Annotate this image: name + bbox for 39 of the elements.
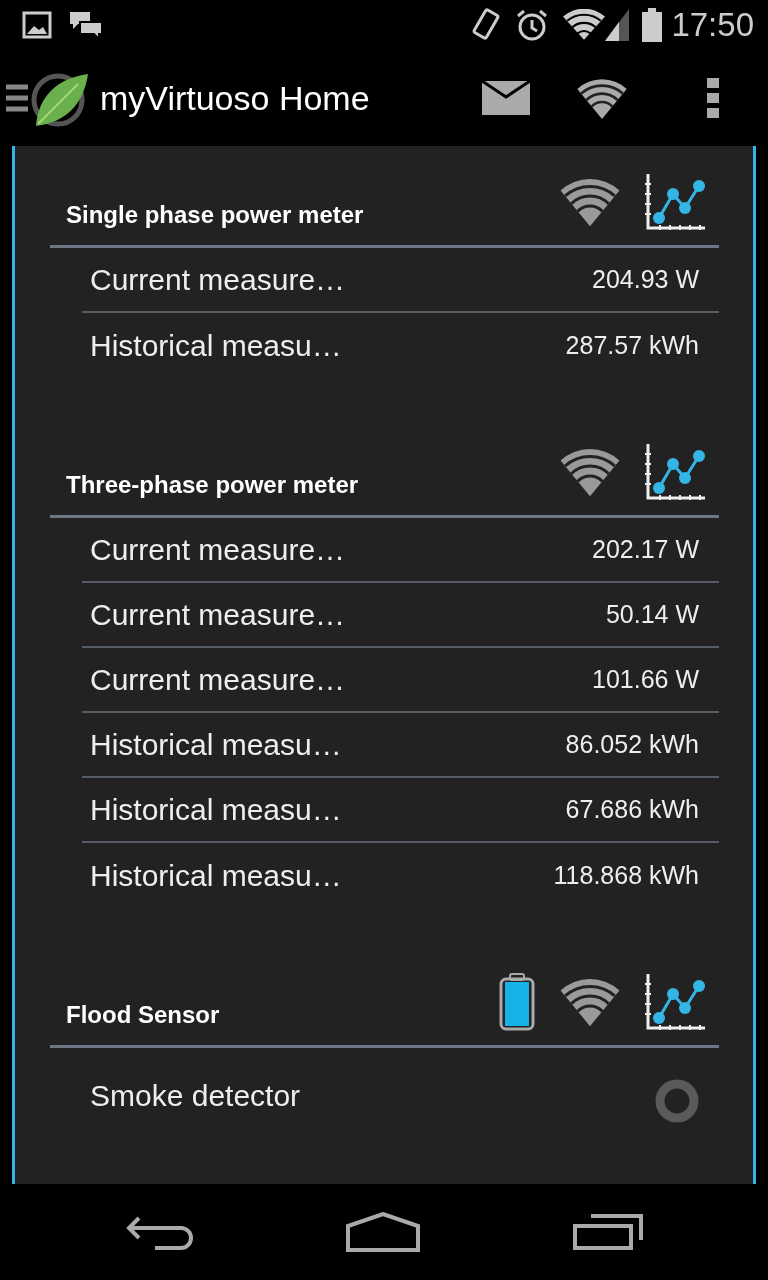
measurement-value: 202.17 W bbox=[592, 533, 699, 565]
app-title: myVirtuoso Home bbox=[100, 77, 370, 119]
measurement-value: 86.052 kWh bbox=[565, 728, 699, 760]
measurement-value: 101.66 W bbox=[592, 663, 699, 695]
battery-icon bbox=[641, 8, 664, 42]
vibrate-icon bbox=[471, 7, 502, 43]
alarm-icon bbox=[515, 8, 550, 42]
measurement-value: 287.57 kWh bbox=[565, 329, 699, 361]
status-ring-icon bbox=[655, 1079, 699, 1123]
line-chart-icon[interactable] bbox=[645, 173, 705, 230]
chat-icon bbox=[68, 10, 104, 40]
measurement-label: Current measure… bbox=[90, 262, 347, 298]
home-icon[interactable] bbox=[346, 1212, 420, 1252]
recent-apps-icon[interactable] bbox=[573, 1214, 644, 1250]
measurement-label: Historical measu… bbox=[90, 858, 343, 894]
mail-icon[interactable] bbox=[482, 81, 530, 115]
measurement-label: Historical measu… bbox=[90, 727, 343, 763]
device-name: Single phase power meter bbox=[66, 200, 365, 230]
device-name: Flood Sensor bbox=[66, 1000, 221, 1030]
measurement-value: 50.14 W bbox=[605, 598, 699, 630]
back-icon[interactable] bbox=[124, 1214, 193, 1250]
measurement-value: 67.686 kWh bbox=[565, 793, 699, 825]
image-icon bbox=[22, 11, 52, 39]
measurement-label: Current measure… bbox=[90, 532, 347, 568]
measurement-label: Smoke detector bbox=[90, 1077, 302, 1114]
measurement-label: Current measure… bbox=[90, 662, 347, 698]
clock-time: 17:50 bbox=[671, 5, 754, 46]
overflow-menu-icon[interactable] bbox=[706, 78, 720, 118]
measurement-label: Current measure… bbox=[90, 597, 347, 633]
measurement-value: 118.868 kWh bbox=[553, 859, 699, 891]
battery-icon bbox=[499, 972, 535, 1031]
signal-icon bbox=[605, 9, 630, 41]
measurement-value: 204.93 W bbox=[592, 263, 699, 295]
line-chart-icon[interactable] bbox=[645, 973, 705, 1030]
measurement-label: Historical measu… bbox=[90, 328, 343, 364]
device-name: Three-phase power meter bbox=[66, 470, 360, 500]
line-chart-icon[interactable] bbox=[645, 443, 705, 500]
menu-icon[interactable] bbox=[6, 83, 28, 113]
measurement-label: Historical measu… bbox=[90, 792, 343, 828]
